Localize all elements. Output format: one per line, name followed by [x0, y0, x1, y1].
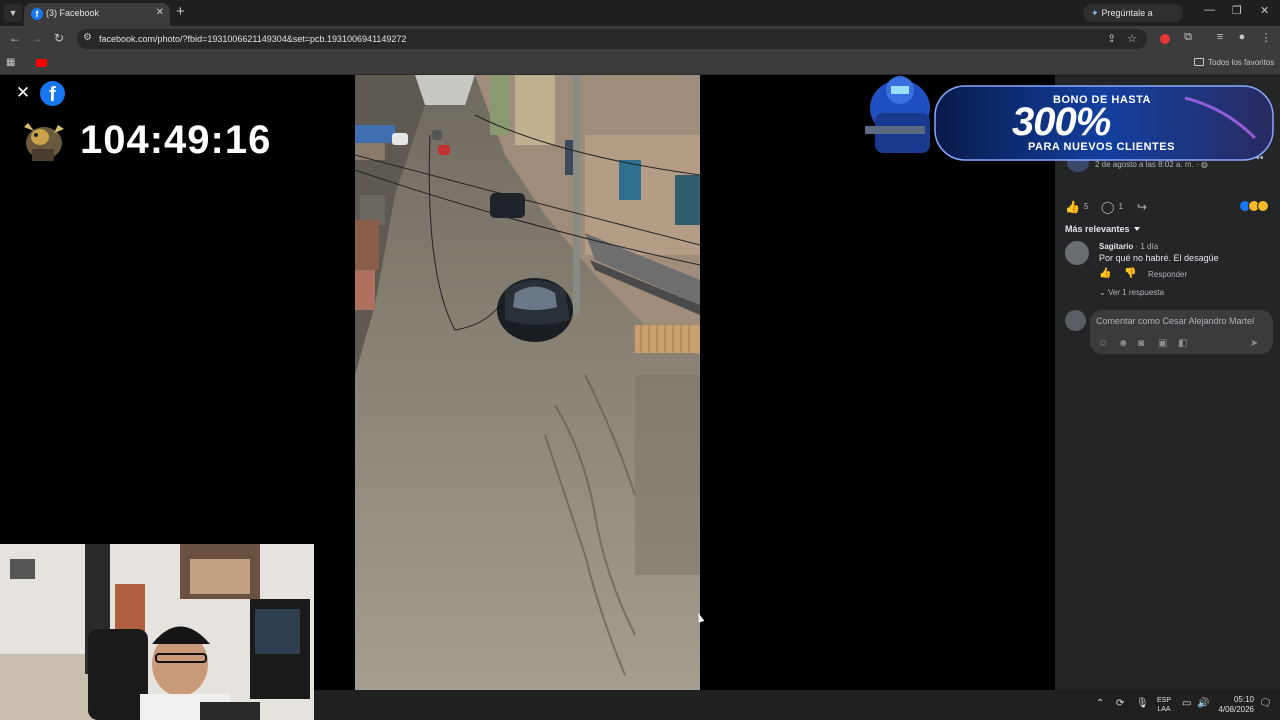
webcam-overlay [0, 544, 314, 720]
microphone-icon[interactable]: 🎙 [1136, 698, 1149, 709]
current-user-avatar [1065, 310, 1086, 331]
comment-dislike-icon[interactable]: 👎 [1124, 268, 1136, 279]
ad-line-2: 300% [1012, 100, 1111, 144]
lang-line-1: ESP [1156, 697, 1171, 704]
comment-count-text: 1 [1118, 202, 1123, 211]
clock-date: 4/08/2026 [1218, 705, 1254, 714]
comment-reply-button[interactable]: Responder [1148, 270, 1187, 279]
like-icon: 👍 [1065, 200, 1080, 214]
stream-timer: 104:49:16 [80, 118, 272, 162]
forward-icon[interactable]: → [31, 31, 43, 45]
comment-composer[interactable]: Comentar como Cesar Alejandro Martel ☺ ☻… [1090, 310, 1273, 354]
gemini-spark-icon: ✦ [1091, 8, 1099, 18]
minimize-icon[interactable]: — [1204, 4, 1215, 16]
post-photo[interactable] [355, 75, 700, 690]
comment-time: · 1 día [1133, 242, 1159, 251]
avatar-sticker-icon[interactable]: ☺ [1098, 338, 1108, 349]
tab-title: (3) Facebook [46, 8, 100, 18]
sort-label: Más relevantes [1065, 224, 1130, 234]
menu-icon[interactable]: ⋮ [1260, 31, 1272, 44]
media-icon[interactable]: ≡ [1214, 31, 1226, 43]
tab-search-button[interactable]: ▼ [4, 4, 22, 22]
submerged-car [497, 278, 573, 342]
gemini-button[interactable]: ✦Pregúntale a Gemini [1083, 4, 1183, 36]
camera-icon[interactable]: ◙ [1138, 338, 1144, 349]
comment-icon: ◯ [1101, 200, 1115, 214]
profile-icon[interactable]: ● [1236, 31, 1248, 43]
apps-icon[interactable]: ▦ [6, 57, 15, 68]
install-icon[interactable]: ⇪ [1107, 32, 1116, 45]
input-language[interactable]: ESP LAA [1156, 696, 1172, 714]
sticker-icon[interactable]: ◧ [1178, 338, 1187, 349]
all-bookmarks-label: Todos los favoritos [1208, 58, 1275, 67]
share-icon: ↪ [1137, 200, 1148, 214]
all-bookmarks[interactable]: Todos los favoritos [1194, 58, 1274, 67]
volume-icon[interactable]: 🔊 [1197, 698, 1209, 709]
tab-facebook[interactable]: f (3) Facebook ✕ [24, 3, 170, 26]
tray-expand-icon[interactable]: ⌃ [1096, 698, 1104, 709]
site-info-icon[interactable]: ⚙ [83, 32, 92, 43]
ad-line-3: PARA NUEVOS CLIENTES [1028, 141, 1175, 153]
sad-reaction-icon [1257, 200, 1269, 212]
back-icon[interactable]: ← [9, 31, 21, 45]
comment-author[interactable]: Sagitario [1099, 242, 1133, 251]
comment-sort-dropdown[interactable]: Más relevantes [1065, 224, 1140, 234]
clock-time: 05:10 [1233, 695, 1254, 704]
new-tab-button[interactable]: + [176, 3, 185, 20]
network-icon[interactable]: ▭ [1182, 698, 1191, 709]
commenter-avatar[interactable] [1065, 241, 1089, 265]
browser-toolbar: ← → ↻ ⚙ facebook.com/photo/?fbid=1931006… [0, 26, 1280, 52]
reaction-summary[interactable] [1239, 200, 1273, 213]
close-icon[interactable]: ✕ [12, 82, 34, 104]
reload-icon[interactable]: ↻ [54, 31, 64, 45]
tab-close-icon[interactable]: ✕ [156, 7, 164, 18]
comment-meta: Sagitario · 1 día [1099, 242, 1158, 251]
emoji-icon[interactable]: ☻ [1118, 338, 1129, 349]
window-close-icon[interactable]: ✕ [1260, 4, 1269, 17]
tab-bar: ▼ f (3) Facebook ✕ + ✦Pregúntale a Gemin… [0, 0, 1280, 36]
view-replies-text: Ver 1 respuesta [1107, 288, 1164, 297]
gif-icon[interactable]: ▣ [1158, 338, 1167, 349]
chevron-down-icon: ⌄ [1099, 288, 1108, 297]
star-icon[interactable]: ☆ [1127, 32, 1137, 45]
comment-count[interactable]: ◯ 1 [1101, 200, 1123, 214]
send-icon[interactable]: ➤ [1250, 338, 1258, 349]
facebook-logo-icon[interactable]: f [40, 81, 65, 106]
comment-input-placeholder: Comentar como Cesar Alejandro Martel [1096, 316, 1255, 326]
like-count[interactable]: 👍 5 [1065, 200, 1088, 214]
extension-red-icon[interactable] [1160, 34, 1170, 44]
chevron-down-icon [1133, 227, 1140, 231]
comment-text: Por qué no habré. El desagüe [1099, 253, 1219, 263]
folder-icon [1194, 58, 1204, 66]
sync-icon[interactable]: ⟳ [1116, 698, 1124, 709]
screen: ▼ f (3) Facebook ✕ + ✦Pregúntale a Gemin… [0, 0, 1280, 720]
comment-like-icon[interactable]: 👍 [1099, 268, 1111, 279]
stream-mascot-image [24, 123, 64, 161]
streamer-webcam-image [0, 544, 314, 720]
lang-line-2: LAA [1157, 706, 1171, 713]
restore-icon[interactable]: ❐ [1232, 4, 1242, 17]
extensions-icon[interactable]: ⧉ [1182, 31, 1194, 43]
facebook-favicon-icon: f [31, 8, 43, 20]
share-button[interactable]: ↪ [1137, 200, 1151, 214]
address-bar[interactable]: ⚙ facebook.com/photo/?fbid=1931006621149… [77, 29, 1147, 49]
flooded-street-image [355, 75, 700, 690]
notifications-icon[interactable]: 🗨 [1259, 698, 1272, 709]
like-count-text: 5 [1083, 202, 1089, 211]
system-clock[interactable]: 05:10 4/08/2026 [1214, 695, 1254, 715]
view-replies-link[interactable]: ⌄ Ver 1 respuesta [1099, 288, 1164, 297]
youtube-bookmark-icon[interactable] [36, 59, 47, 67]
url-text: facebook.com/photo/?fbid=193100662114930… [99, 34, 407, 44]
